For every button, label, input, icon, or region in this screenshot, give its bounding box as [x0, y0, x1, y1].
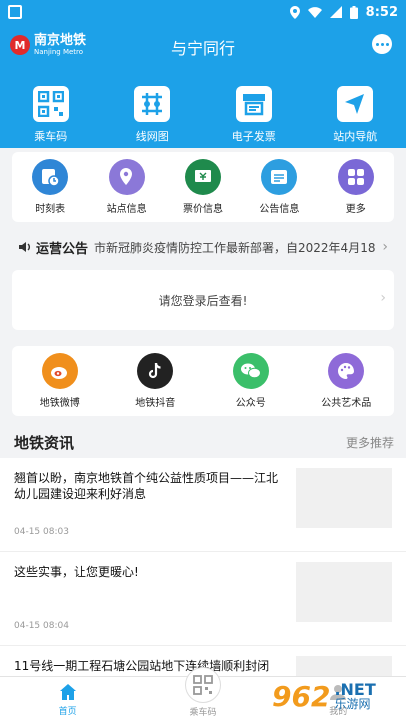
- location-icon: [289, 5, 300, 19]
- quick-item-timetable[interactable]: 时刻表: [15, 159, 85, 215]
- social-item-label: 地铁微博: [39, 398, 80, 409]
- chevron-right-icon: ›: [382, 239, 388, 255]
- page-title: 与宁同行: [170, 39, 235, 58]
- watermark-number: 962: [272, 679, 331, 713]
- chevron-right-icon: ›: [380, 290, 386, 306]
- quick-item-announcement[interactable]: 公告信息: [244, 159, 314, 215]
- quick-item-label: 站点信息: [106, 204, 147, 215]
- top-nav-label: 乘车码: [34, 130, 68, 143]
- station-info-icon: [108, 159, 145, 195]
- social-item-wechat[interactable]: 公众号: [211, 353, 291, 409]
- top-nav-label: 电子发票: [231, 130, 276, 143]
- more-menu-button[interactable]: [372, 34, 392, 54]
- network-map-icon: [134, 86, 171, 122]
- news-thumbnail: [296, 468, 392, 528]
- watermark-cn: 乐游网: [334, 697, 371, 711]
- palette-icon: [328, 353, 365, 389]
- quick-item-label: 票价信息: [182, 204, 223, 215]
- top-nav: 乘车码 线网图 电子发票 站内导航: [0, 86, 406, 144]
- news-section-header: 地铁资讯 更多推荐: [14, 432, 394, 453]
- social-item-label: 公众号: [235, 398, 266, 409]
- status-time: 8:52: [365, 4, 398, 20]
- social-item-label: 地铁抖音: [135, 398, 176, 409]
- news-item-title: 翘首以盼，南京地铁首个纯公益性质项目——江北幼儿园建设迎来利好消息: [14, 471, 279, 501]
- wechat-icon: [232, 353, 269, 389]
- quick-item-fare-info[interactable]: 票价信息: [168, 159, 238, 215]
- news-item[interactable]: 翘首以盼，南京地铁首个纯公益性质项目——江北幼儿园建设迎来利好消息 04-15 …: [0, 458, 406, 552]
- qr-code-icon: [32, 86, 69, 122]
- news-thumbnail: [296, 562, 392, 622]
- social-menu: 地铁微博 地铁抖音 公众号 公共艺术品: [12, 346, 394, 416]
- login-prompt-text: 请您登录后查看!: [158, 293, 248, 308]
- top-nav-network-map[interactable]: 线网图: [107, 86, 197, 144]
- notice-text: 市新冠肺炎疫情防控工作最新部署，自2022年4月18: [94, 240, 376, 255]
- speaker-icon: [19, 242, 30, 252]
- quick-item-station-info[interactable]: 站点信息: [92, 159, 162, 215]
- battery-icon: [349, 5, 358, 19]
- social-item-label: 公共艺术品: [321, 398, 372, 409]
- tab-label: 乘车码: [189, 708, 217, 718]
- timetable-icon: [32, 159, 69, 195]
- quick-item-label: 公告信息: [259, 204, 300, 215]
- top-nav-qr-code[interactable]: 乘车码: [6, 86, 96, 144]
- site-watermark: 962 .NET 乐游网: [272, 672, 402, 720]
- news-item[interactable]: 这些实事，让您更暖心! 04-15 08:04: [0, 552, 406, 646]
- signal-icon: [329, 6, 342, 18]
- news-item-date: 04-15 08:03: [14, 527, 69, 537]
- notification-icon: [8, 5, 22, 19]
- status-bar: 8:52: [0, 0, 406, 24]
- watermark-net: .NET: [334, 680, 376, 699]
- news-item-title: 这些实事，让您更暖心!: [14, 565, 139, 579]
- top-nav-label: 站内导航: [333, 130, 378, 143]
- navigation-icon: [337, 86, 374, 122]
- home-icon: [58, 682, 78, 702]
- news-section-title: 地铁资讯: [14, 434, 75, 452]
- top-nav-station-navigation[interactable]: 站内导航: [310, 86, 400, 144]
- quick-menu: 时刻表 站点信息 票价信息 公告信息 更多: [12, 152, 394, 222]
- status-icons: 8:52: [289, 4, 398, 20]
- invoice-icon: [235, 86, 272, 122]
- operation-notice[interactable]: 运营公告 市新冠肺炎疫情防控工作最新部署，自2022年4月18 ›: [18, 234, 388, 260]
- social-item-douyin[interactable]: 地铁抖音: [115, 353, 195, 409]
- news-more-link[interactable]: 更多推荐: [346, 434, 394, 451]
- weibo-icon: [41, 353, 78, 389]
- top-nav-label: 线网图: [135, 130, 169, 143]
- douyin-icon: [137, 353, 174, 389]
- tab-label: 首页: [58, 707, 77, 717]
- top-nav-e-invoice[interactable]: 电子发票: [209, 86, 299, 144]
- notice-label: 运营公告: [36, 241, 89, 257]
- quick-item-label: 时刻表: [35, 204, 66, 215]
- tab-home[interactable]: 首页: [8, 682, 128, 717]
- announcement-icon: [261, 159, 298, 195]
- qr-code-icon: [184, 667, 221, 703]
- quick-item-label: 更多: [345, 204, 366, 215]
- social-item-weibo[interactable]: 地铁微博: [20, 353, 100, 409]
- fare-info-icon: [184, 159, 221, 195]
- quick-item-more[interactable]: 更多: [321, 159, 391, 215]
- login-prompt-card[interactable]: 请您登录后查看! ›: [12, 270, 394, 330]
- news-item-title: 11号线一期工程石塘公园站地下连续墙顺利封闭: [14, 659, 270, 673]
- news-item-date: 04-15 08:04: [14, 621, 69, 631]
- wifi-icon: [307, 6, 322, 18]
- tab-qr-code[interactable]: 乘车码: [143, 667, 263, 718]
- more-apps-icon: [337, 159, 374, 195]
- social-item-public-art[interactable]: 公共艺术品: [306, 353, 386, 409]
- app-header: M 南京地铁 Nanjing Metro 与宁同行 乘车码 线网图 电子发票 站…: [0, 24, 406, 148]
